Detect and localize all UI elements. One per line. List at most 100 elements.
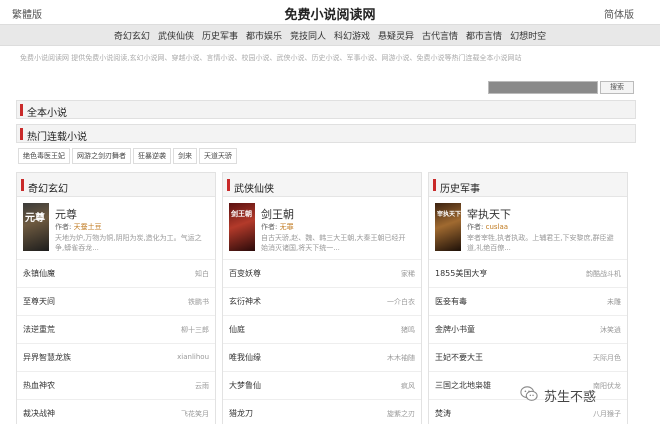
wechat-icon	[520, 386, 538, 401]
cover-title: 元尊	[25, 213, 45, 224]
book-author: 柳十三郎	[181, 326, 209, 334]
featured-book-title[interactable]: 宰执天下	[467, 206, 511, 222]
book-cover[interactable]: 元尊	[23, 203, 49, 251]
list-item: 法逆重荒 柳十三郎	[17, 315, 215, 343]
featured-book-desc: 天地为炉,万物为铜,阴阳为炭,造化为工。气运之争,蟒雀吞龙...	[55, 234, 202, 252]
section-title[interactable]: 全本小说	[27, 104, 67, 119]
list-item: 猎龙刀 旋紫之刃	[223, 399, 421, 424]
author-name[interactable]: cuslaa	[486, 223, 508, 231]
list-item: 百变妖尊 家稀	[223, 259, 421, 287]
hot-tag[interactable]: 网游之剑刃舞者	[72, 148, 131, 164]
hot-serial-section: 热门连载小说	[16, 124, 636, 143]
book-name[interactable]: 三国之北地枭雄	[435, 380, 491, 391]
list-item: 仙庭 猪鸣	[223, 315, 421, 343]
hot-tag[interactable]: 天道天骄	[199, 148, 237, 164]
hot-tag[interactable]: 狂暴逆袭	[133, 148, 171, 164]
hot-tag[interactable]: 绝色毒医王妃	[18, 148, 70, 164]
book-name[interactable]: 医妾有毒	[435, 296, 467, 307]
book-author: 知白	[195, 270, 209, 278]
column-header: 历史军事	[429, 173, 627, 197]
book-name[interactable]: 仙庭	[229, 324, 245, 335]
book-name[interactable]: 猎龙刀	[229, 408, 253, 419]
list-item: 异界智慧龙族 xianlihou	[17, 343, 215, 371]
hot-tag[interactable]: 剑来	[173, 148, 197, 164]
book-author: 铁鹏书	[188, 298, 209, 306]
book-name[interactable]: 百变妖尊	[229, 268, 261, 279]
book-list: 永镇仙魔 知白 至尊天间 铁鹏书 法逆重荒 柳十三郎 异界智慧龙族 xianlihou …	[17, 259, 215, 424]
search-box: 搜索	[488, 81, 634, 94]
complete-novels-section[interactable]: 全本小说	[16, 100, 636, 119]
nav-item[interactable]: 都市娱乐	[246, 29, 282, 42]
book-name[interactable]: 1855美国大亨	[435, 268, 487, 279]
book-author: 沐笑逍	[600, 326, 621, 334]
book-author: 韵酷战斗机	[586, 270, 621, 278]
book-name[interactable]: 裁决战神	[23, 408, 55, 419]
featured-book-author: 作者: cuslaa	[467, 222, 508, 232]
nav-item[interactable]: 悬疑灵异	[378, 29, 414, 42]
book-name[interactable]: 法逆重荒	[23, 324, 55, 335]
section-marker	[20, 104, 23, 116]
featured-book-desc: 自古天骄,赵、魏、韩三大王朝,大秦王朝已经开始消灭诸国,将天下统一...	[261, 234, 406, 252]
book-name[interactable]: 王妃不要大王	[435, 352, 483, 363]
book-author: 木木袖随	[387, 354, 415, 362]
book-author: 八月猴子	[593, 410, 621, 418]
book-name[interactable]: 金牌小书童	[435, 324, 475, 335]
featured-book-desc: 宰者宰牲,执者执政。上辅君王,下安黎庶,群臣避道,礼绝百僚...	[467, 234, 614, 252]
featured-book-author: 作者: 天蚕土豆	[55, 222, 102, 232]
list-item: 医妾有毒 未雕	[429, 287, 627, 315]
book-cover[interactable]: 剑王朝	[229, 203, 255, 251]
book-author: 旋紫之刃	[387, 410, 415, 418]
book-name[interactable]: 唯我仙缘	[229, 352, 261, 363]
featured-book-author: 作者: 无罪	[261, 222, 294, 232]
featured-book-title[interactable]: 剑王朝	[261, 206, 294, 222]
list-item: 金牌小书童 沐笑逍	[429, 315, 627, 343]
book-name[interactable]: 热血神农	[23, 380, 55, 391]
book-name[interactable]: 至尊天间	[23, 296, 55, 307]
search-button[interactable]: 搜索	[600, 81, 634, 94]
search-input[interactable]	[488, 81, 598, 94]
column-title[interactable]: 奇幻玄幻	[28, 180, 68, 195]
book-author: 飞花笑月	[181, 410, 209, 418]
nav-item[interactable]: 武侠仙侠	[158, 29, 194, 42]
nav-item[interactable]: 科幻游戏	[334, 29, 370, 42]
column-title[interactable]: 历史军事	[440, 180, 480, 195]
cover-title: 宰执天下	[437, 211, 462, 218]
book-cover[interactable]: 宰执天下	[435, 203, 461, 251]
nav-item[interactable]: 奇幻玄幻	[114, 29, 150, 42]
list-item: 王妃不要大王 天际月色	[429, 343, 627, 371]
list-item: 唯我仙缘 木木袖随	[223, 343, 421, 371]
nav-item[interactable]: 竞技同人	[290, 29, 326, 42]
book-list: 百变妖尊 家稀 玄衍神术 一介白衣 仙庭 猪鸣 唯我仙缘 木木袖随 大梦鲁仙 疯风 猎龙刀…	[223, 259, 421, 424]
column-title[interactable]: 武侠仙侠	[234, 180, 274, 195]
author-label: 作者:	[261, 223, 278, 231]
nav-item[interactable]: 幻想时空	[510, 29, 546, 42]
featured-book-title[interactable]: 元尊	[55, 206, 77, 222]
hot-tags: 绝色毒医王妃 网游之剑刃舞者 狂暴逆袭 剑来 天道天骄	[18, 148, 239, 167]
book-author: 家稀	[401, 270, 415, 278]
list-item: 大梦鲁仙 疯风	[223, 371, 421, 399]
section-marker	[227, 179, 230, 191]
simplified-chinese-link[interactable]: 简体版	[604, 6, 634, 21]
list-item: 裁决战神 飞花笑月	[17, 399, 215, 424]
author-name[interactable]: 天蚕土豆	[74, 223, 102, 231]
author-name[interactable]: 无罪	[280, 223, 294, 231]
nav-item[interactable]: 历史军事	[202, 29, 238, 42]
book-author: 天际月色	[593, 354, 621, 362]
nav-item[interactable]: 古代言情	[422, 29, 458, 42]
column-header: 武侠仙侠	[223, 173, 421, 197]
category-column: 武侠仙侠 剑王朝 剑王朝 作者: 无罪 自古天骄,赵、魏、韩三大王朝,大秦王朝已…	[222, 172, 422, 424]
book-name[interactable]: 永镇仙魔	[23, 268, 55, 279]
book-name[interactable]: 玄衍神术	[229, 296, 261, 307]
section-marker	[20, 128, 23, 140]
top-bar: 繁體版 免费小说阅读网 简体版	[0, 0, 660, 24]
site-description: 免费小说阅读网 提供免费小说阅读,玄幻小说网、穿越小说、言情小说、校园小说、武侠…	[20, 54, 522, 62]
site-title[interactable]: 免费小说阅读网	[0, 4, 660, 23]
nav-item[interactable]: 都市言情	[466, 29, 502, 42]
book-name[interactable]: 焚涛	[435, 408, 451, 419]
cover-title: 剑王朝	[231, 210, 252, 218]
book-name[interactable]: 大梦鲁仙	[229, 380, 261, 391]
author-label: 作者:	[55, 223, 72, 231]
book-name[interactable]: 异界智慧龙族	[23, 352, 71, 363]
watermark-text: 苏生不惑	[544, 390, 597, 405]
column-header: 奇幻玄幻	[17, 173, 215, 197]
